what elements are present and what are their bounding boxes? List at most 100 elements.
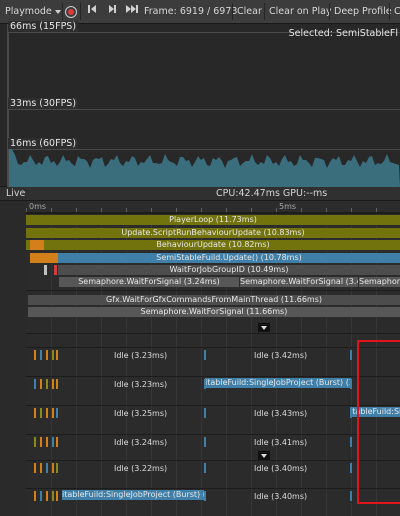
sample-marker[interactable] [30,240,44,250]
grid-line [201,348,202,376]
job-marker[interactable] [46,379,48,389]
job-marker[interactable] [204,408,206,418]
job-marker[interactable] [40,408,42,418]
job-marker[interactable] [34,350,36,360]
job-marker[interactable] [350,463,352,473]
job-marker[interactable] [46,491,48,501]
job-sample-a[interactable]: itableFuild:SingleJobProject (Burst) (3. [62,490,204,500]
job-marker[interactable] [34,463,36,473]
grid-line [176,406,177,434]
playmode-dropdown[interactable]: Playmode [2,3,64,20]
grid-line [326,348,327,376]
job-marker[interactable] [350,491,352,501]
job-sample-b[interactable]: Idle (3.40ms) [254,492,307,501]
grid-line [51,214,52,290]
job-marker[interactable] [40,379,42,389]
job-sample-a[interactable]: Idle (3.22ms) [114,464,167,473]
job-marker[interactable] [34,491,36,501]
sample-player-loop[interactable]: PlayerLoop (11.73ms) [26,215,400,225]
job-marker[interactable] [52,437,54,447]
expand-thread-button[interactable] [258,323,270,332]
grid-line [176,377,177,405]
grid-line [276,334,277,347]
job-marker[interactable] [56,408,58,418]
job-marker[interactable] [40,437,42,447]
job-sample-a[interactable]: Idle (3.23ms) [114,380,167,389]
job-marker[interactable] [40,491,42,501]
job-marker[interactable] [52,408,54,418]
next-frame-button[interactable] [104,3,120,20]
job-marker[interactable] [204,437,206,447]
job-marker[interactable] [52,350,54,360]
job-sample-b[interactable]: Idle (3.40ms) [254,464,307,473]
job-marker[interactable] [52,379,54,389]
job-marker[interactable] [350,437,352,447]
job-marker[interactable] [34,379,36,389]
ruler-tick [351,208,352,212]
sample-marker[interactable] [44,265,47,275]
job-marker[interactable] [52,491,54,501]
job-sample-a[interactable]: Idle (3.23ms) [114,351,167,360]
clear-on-play-button[interactable]: Clear on Play [266,3,335,20]
sample-render-semaphore[interactable]: Semaphore.WaitForSignal (11.66ms) [28,307,400,317]
clear-button[interactable]: Clear [234,3,265,20]
job-marker[interactable] [204,350,206,360]
job-marker[interactable] [34,437,36,447]
job-marker[interactable] [204,463,206,473]
first-frame-button[interactable] [84,3,100,20]
job-marker[interactable] [204,379,206,389]
call-stacks-button[interactable]: C [391,3,400,20]
job-marker[interactable] [56,350,58,360]
job-marker[interactable] [204,491,206,501]
sample-semistable-update[interactable]: SemiStableFuild.Update() (10.78ms) [58,253,400,263]
job-marker[interactable] [46,463,48,473]
job-marker[interactable] [40,350,42,360]
job-marker[interactable] [46,437,48,447]
job-marker[interactable] [56,437,58,447]
sample-semaphore-c[interactable]: Semaphore [359,277,400,287]
job-marker[interactable] [350,350,352,360]
cpu-gpu-time: CPU:42.47ms GPU:--ms [216,188,328,199]
job-marker[interactable] [56,379,58,389]
cpu-usage-chart[interactable]: 66ms (15FPS) 33ms (30FPS) 16ms (60FPS) S… [0,21,400,187]
sample-semaphore-a[interactable]: Semaphore.WaitForSignal (3.24ms) [59,277,239,287]
grid-line [326,461,327,488]
sample-behaviour-update[interactable]: BehaviourUpdate (10.82ms) [26,240,400,250]
live-toggle[interactable]: Live [6,188,25,199]
job-marker[interactable] [56,491,58,501]
job-marker[interactable] [46,350,48,360]
job-sample-a[interactable]: Idle (3.24ms) [114,438,167,447]
deep-profile-button[interactable]: Deep Profile [331,3,395,20]
job-sample-b[interactable]: Idle (3.42ms) [254,351,307,360]
last-frame-button[interactable] [122,3,142,20]
sample-wait-for-job[interactable]: WaitForJobGroupID (10.49ms) [58,265,400,275]
job-sample-b[interactable]: itableFuild:SingleJobProject (Burst) (3.… [205,378,351,388]
sample-semaphore-b[interactable]: Semaphore.WaitForSignal (3.42ms) [240,277,358,287]
grid-line [251,435,252,460]
job-worker-lane: Idle (3.24ms) Idle (3.41ms) [26,434,400,460]
job-sample-b[interactable]: Idle (3.41ms) [254,438,307,447]
job-sample-a[interactable]: Idle (3.25ms) [114,409,167,418]
grid-line [76,348,77,376]
record-button[interactable] [65,6,77,18]
job-marker[interactable] [350,408,352,418]
job-marker[interactable] [350,379,352,389]
grid-line [76,334,77,347]
job-marker[interactable] [46,408,48,418]
job-marker[interactable] [34,408,36,418]
grid-line [326,435,327,460]
sample-update-script[interactable]: Update.ScriptRunBehaviourUpdate (10.83ms… [26,228,400,238]
job-worker-lane: Idle (3.25ms) Idle (3.43ms) itableFuild:… [26,405,400,434]
job-sample-b[interactable]: Idle (3.43ms) [254,409,307,418]
ruler-tick [176,208,177,212]
expand-thread-button[interactable] [258,451,270,460]
job-marker[interactable] [52,463,54,473]
sample-gfx-wait[interactable]: Gfx.WaitForGfxCommandsFromMainThread (11… [28,295,400,305]
sample-marker[interactable] [54,265,57,275]
job-marker[interactable] [56,463,58,473]
job-marker[interactable] [40,463,42,473]
grid-line [101,377,102,405]
grid-line [201,406,202,434]
sample-marker[interactable] [30,253,58,263]
grid-line [76,461,77,488]
